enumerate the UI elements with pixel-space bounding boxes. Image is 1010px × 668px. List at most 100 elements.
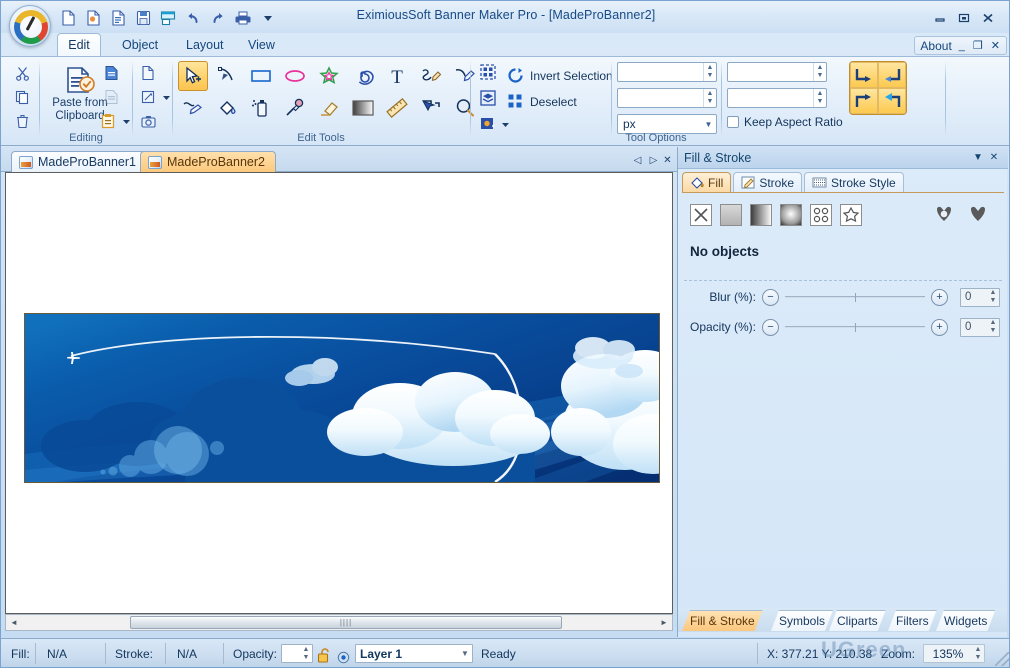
flat-color-icon[interactable] [720,204,742,226]
scrollbar-thumb[interactable]: |||| [130,616,562,629]
mdi-restore-button[interactable]: ❐ [972,39,984,52]
panel-close-button[interactable]: ✕ [986,150,1002,166]
bezier-tool[interactable] [178,93,208,123]
opacity-slider-track[interactable] [785,323,925,332]
ribbon-tab-object[interactable]: Object [109,33,171,56]
chevron-down-icon[interactable]: ▼ [458,649,472,658]
keep-aspect-ratio-row[interactable]: Keep Aspect Ratio [727,115,843,129]
top-left-anchor[interactable] [850,62,878,88]
gradient-tool[interactable] [348,93,378,123]
pattern-fill-icon[interactable] [810,204,832,226]
spray-tool[interactable] [246,93,276,123]
bottom-left-anchor[interactable] [850,88,878,114]
blur-value-input[interactable] [961,288,987,306]
bottom-tab-filters[interactable]: Filters [888,610,937,631]
layer-select-input[interactable] [356,645,458,662]
blur-value-field[interactable]: ▲▼ [960,287,1000,307]
ribbon-tab-edit[interactable]: Edit [57,33,101,56]
ribbon-tab-layout[interactable]: Layout [173,33,237,56]
y-position-field[interactable]: ▲ ▼ [617,88,717,108]
height-spinner[interactable]: ▲ ▼ [813,89,826,107]
unit-select[interactable]: px ▼ [617,114,717,134]
select-all-icon[interactable] [477,62,499,82]
spiral-tool[interactable] [348,61,378,91]
keep-aspect-ratio-checkbox[interactable] [727,116,739,128]
layer-select[interactable]: ▼ [355,644,473,663]
paste-options-icon[interactable] [97,111,119,131]
window-minimize-button[interactable] [929,10,951,26]
chevron-down-icon[interactable]: ▼ [701,115,716,133]
cut-icon[interactable] [11,63,33,83]
window-resize-grip[interactable] [995,652,1009,666]
tab-close-button[interactable]: ✕ [660,152,675,168]
lock-open-icon[interactable] [317,645,332,665]
y-position-input[interactable] [618,89,703,107]
scroll-left-arrow-icon[interactable]: ◄ [6,615,22,630]
ribbon-tab-view[interactable]: View [235,33,288,56]
bottom-tab-symbols[interactable]: Symbols [771,610,833,631]
scroll-right-arrow-icon[interactable]: ► [656,615,672,630]
bottom-tab-widgets[interactable]: Widgets [936,610,995,631]
window-close-button[interactable] [977,10,999,26]
linear-gradient-icon[interactable] [750,204,772,226]
mdi-close-button[interactable]: ✕ [990,39,1001,52]
tab-prev-button[interactable]: ◁ [630,152,645,168]
select-same-icon[interactable] [477,88,499,108]
opacity-decrease-button[interactable]: − [762,318,779,336]
invert-selection-button[interactable]: Invert Selection [507,67,613,84]
y-position-spinner[interactable]: ▲ ▼ [703,89,716,107]
pencil-tool[interactable] [416,61,446,91]
opacity-value-input[interactable] [961,318,987,336]
blur-spinner[interactable]: ▲ ▼ [987,289,999,305]
opacity-spinner[interactable]: ▲ ▼ [987,319,999,335]
panel-collapse-button[interactable]: ▼ [970,150,986,166]
blur-increase-button[interactable]: + [931,288,948,306]
bottom-right-anchor[interactable] [878,88,906,114]
x-position-input[interactable] [618,63,703,81]
width-spinner[interactable]: ▲ ▼ [813,63,826,81]
eyedropper-tool[interactable] [280,93,310,123]
text-tool[interactable]: T [382,61,412,91]
about-button[interactable]: About [920,39,951,53]
opacity-increase-button[interactable]: + [931,318,948,336]
connector-tool[interactable] [416,93,446,123]
measure-tool[interactable] [382,93,412,123]
document-tab-madeprobanner1[interactable]: MadeProBanner1 [11,151,147,172]
status-opacity-field[interactable]: ▲ ▼ [281,644,313,663]
canvas-horizontal-scrollbar[interactable]: ◄ |||| ► [5,614,673,631]
node-edit-tool[interactable] [212,61,242,91]
blur-slider-track[interactable] [785,293,925,302]
mdi-minimize-button[interactable]: _ [958,40,966,52]
deselect-button[interactable]: Deselect [507,93,577,110]
clone-icon[interactable] [137,87,159,107]
x-position-field[interactable]: ▲ ▼ [617,62,717,82]
status-zoom-field[interactable]: ▲▼ [923,644,985,663]
screen-capture-icon[interactable] [137,111,159,131]
banner-artwork[interactable] [24,313,660,483]
eraser-tool[interactable] [314,93,344,123]
canvas-area[interactable] [5,172,673,614]
radial-gradient-icon[interactable] [780,204,802,226]
status-zoom-input[interactable] [924,645,972,662]
duplicate-icon[interactable] [137,63,159,83]
x-position-spinner[interactable]: ▲ ▼ [703,63,716,81]
delete-icon[interactable] [11,111,33,131]
selection-options-icon[interactable] [477,114,499,134]
opacity-value-field[interactable]: ▲▼ [960,317,1000,337]
no-fill-icon[interactable] [690,204,712,226]
status-opacity-input[interactable] [282,645,300,662]
status-zoom-spinner[interactable]: ▲ ▼ [972,646,984,662]
star-tool[interactable] [314,61,344,91]
width-input[interactable] [728,63,813,81]
ellipse-tool[interactable] [280,61,310,91]
bottom-tab-cliparts[interactable]: Cliparts [829,610,886,631]
blur-decrease-button[interactable]: − [762,288,779,306]
paste-special-icon[interactable] [99,63,123,83]
fill-preview-icon[interactable] [967,204,989,226]
panel-tab-stroke-style[interactable]: Stroke Style [804,172,904,192]
document-tab-madeprobanner2[interactable]: MadeProBanner2 [140,151,276,172]
copy-icon[interactable] [11,87,33,107]
panel-tab-fill[interactable]: Fill [682,172,732,192]
paste-options-dropdown-icon[interactable] [120,113,132,129]
rectangle-tool[interactable] [246,61,276,91]
